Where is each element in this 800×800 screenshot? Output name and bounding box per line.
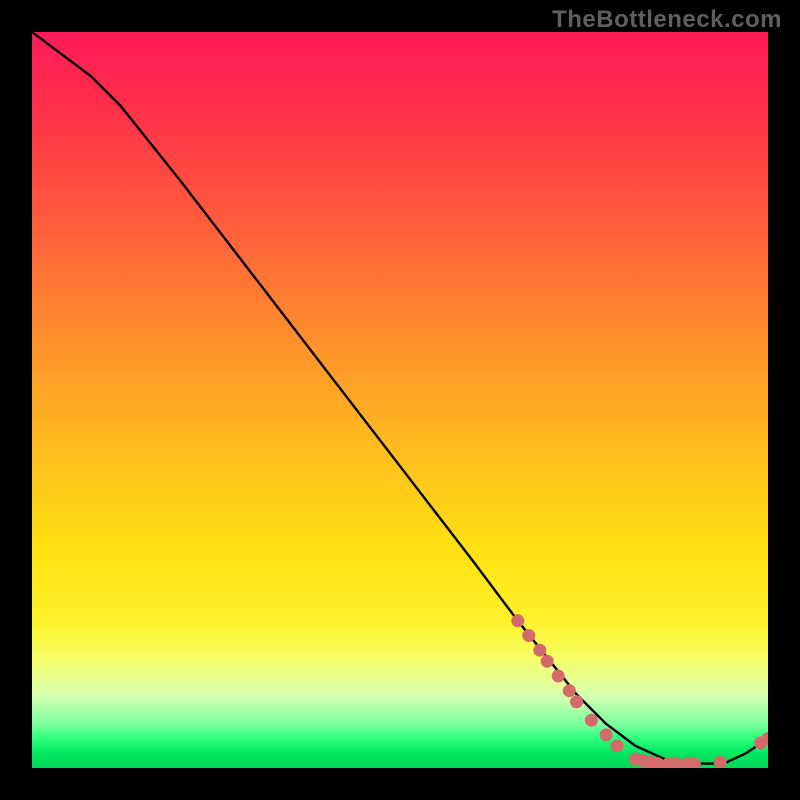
curve-layer (32, 32, 768, 768)
bottleneck-curve (32, 32, 768, 764)
data-marker (552, 670, 565, 683)
data-marker (541, 655, 554, 668)
data-marker (522, 629, 535, 642)
watermark-text: TheBottleneck.com (552, 6, 782, 34)
curve-markers (511, 614, 768, 768)
chart-frame: TheBottleneck.com (0, 0, 800, 800)
data-marker (585, 714, 598, 727)
data-marker (563, 684, 576, 697)
data-marker (600, 728, 613, 741)
plot-area (32, 32, 768, 768)
data-marker (611, 739, 624, 752)
data-marker (511, 614, 524, 627)
data-marker (714, 756, 727, 768)
data-marker (570, 695, 583, 708)
data-marker (533, 644, 546, 657)
